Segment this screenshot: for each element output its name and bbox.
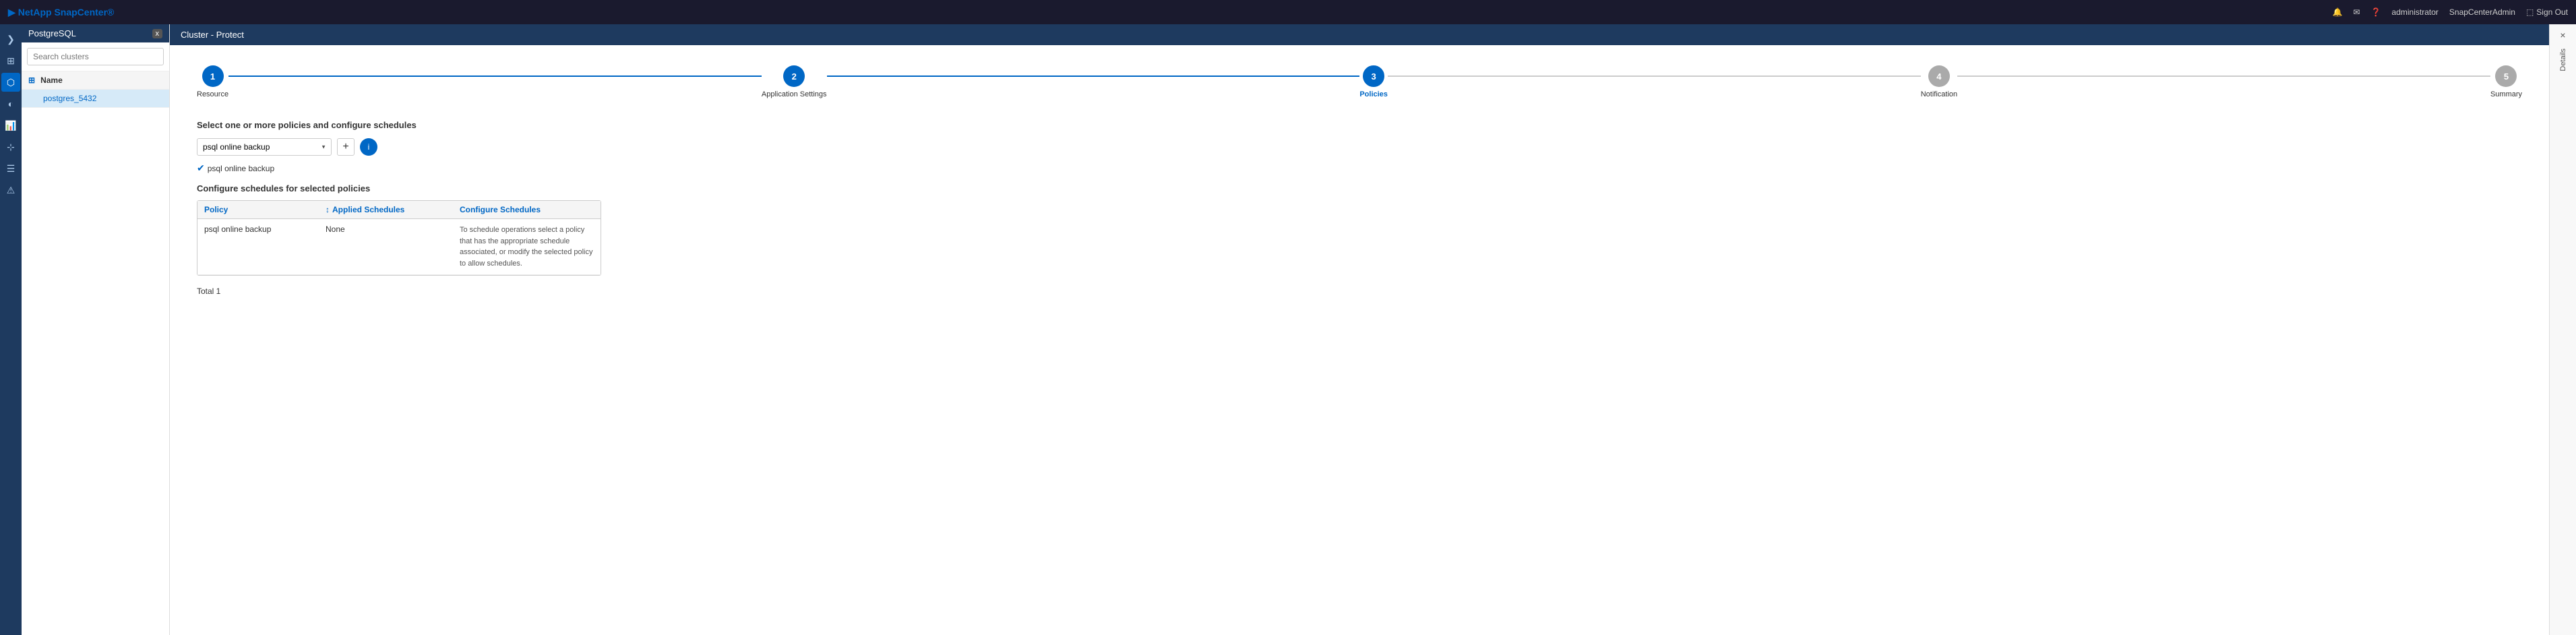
mail-icon[interactable]: ✉ [2354,7,2360,17]
step-label-3: Policies [1359,90,1388,98]
notification-icon[interactable]: 🔔 [2333,7,2343,17]
check-icon: ✔ [197,162,205,174]
list-icon: ⊞ [28,75,35,85]
sign-out-label: Sign Out [2536,7,2568,17]
step-label-4: Notification [1921,90,1957,98]
sort-icon: ↕ [326,205,330,214]
details-label[interactable]: Details [2559,49,2567,71]
info-policy-button[interactable]: i [360,138,377,156]
wizard-step-4: 4 Notification [1921,65,1957,98]
sidebar-item-postgres[interactable]: postgres_5432 [22,90,169,108]
nav-grid-icon[interactable]: ⊞ [1,51,20,70]
search-input[interactable] [27,48,164,65]
nav-alert-icon[interactable]: ⚠ [1,181,20,200]
help-icon[interactable]: ❓ [2371,7,2381,17]
nav-topology-icon[interactable]: ⊹ [1,138,20,156]
admin-user: SnapCenterAdmin [2449,7,2515,17]
logo-text: NetApp SnapCenter® [18,7,115,18]
logo-symbol: ▶ [8,7,16,18]
sidebar-header: PostgreSQL x [22,24,169,42]
cell-applied-schedules: None [326,224,460,234]
policy-table: Policy ↕ Applied Schedules Configure Sch… [197,200,601,276]
col-configure-header: Configure Schedules [460,205,594,214]
sign-out-icon: ⬚ [2526,7,2534,17]
right-panel: × Details [2549,24,2576,635]
step-circle-2: 2 [783,65,805,87]
nav-expand-icon[interactable]: ❯ [1,30,20,49]
policy-chip: ✔ psql online backup [197,162,2522,174]
connector-4-5 [1957,75,2490,77]
panel-sidebar: PostgreSQL x ⊞ Name postgres_5432 [22,24,170,635]
policy-select-row: psql online backup + i [197,138,2522,156]
top-navigation: ▶ NetApp SnapCenter® 🔔 ✉ ❓ administrator… [0,0,2576,24]
policy-dropdown[interactable]: psql online backup [197,138,332,156]
wizard-step-3: 3 Policies [1359,65,1388,98]
icon-sidebar: ❯ ⊞ ⬡ ◐ 📊 ⊹ ☰ ⚠ [0,24,22,635]
step-label-5: Summary [2490,90,2522,98]
policy-select-title: Select one or more policies and configur… [197,120,2522,130]
connector-1-2 [228,75,762,77]
db-badge-button[interactable]: x [152,29,163,38]
sign-out-button[interactable]: ⬚ Sign Out [2526,7,2568,17]
step-circle-5: 5 [2495,65,2517,87]
add-policy-button[interactable]: + [337,138,355,156]
col-applied-header: ↕ Applied Schedules [326,205,460,214]
wizard-step-2: 2 Application Settings [762,65,827,98]
sidebar-list-header: ⊞ Name [22,71,169,90]
total-count: Total 1 [197,286,2522,296]
selected-policy-label: psql online backup [208,164,274,173]
table-header: Policy ↕ Applied Schedules Configure Sch… [197,201,601,219]
wizard-step-1: 1 Resource [197,65,228,98]
nav-activity-icon[interactable]: ◐ [1,94,20,113]
wizard-container: 1 Resource 2 Application Settings 3 [170,45,2549,635]
col-policy-header: Policy [204,205,326,214]
step-circle-1: 1 [202,65,224,87]
step-label-2: Application Settings [762,90,827,98]
nav-settings-icon[interactable]: ☰ [1,159,20,178]
cell-policy: psql online backup [204,224,326,234]
step-circle-3: 3 [1363,65,1384,87]
user-name: administrator [2392,7,2439,17]
wizard-step-5: 5 Summary [2490,65,2522,98]
db-label: PostgreSQL [28,28,76,38]
step-label-1: Resource [197,90,228,98]
cell-configure-schedules: To schedule operations select a policy t… [460,224,594,269]
list-header-label: Name [40,75,63,85]
breadcrumb: Cluster - Protect [170,24,2549,45]
breadcrumb-text: Cluster - Protect [181,30,244,40]
wizard-steps: 1 Resource 2 Application Settings 3 [197,65,2522,98]
configure-schedules-title: Configure schedules for selected policie… [197,183,2522,193]
search-box-container [22,42,169,71]
main-content: Cluster - Protect 1 Resource 2 Ap [170,24,2549,635]
step-circle-4: 4 [1928,65,1950,87]
connector-2-3 [827,75,1360,77]
app-logo: ▶ NetApp SnapCenter® [8,7,114,18]
nav-chart-icon[interactable]: 📊 [1,116,20,135]
connector-3-4 [1388,75,1921,77]
table-row: psql online backup None To schedule oper… [197,219,601,275]
policy-dropdown-wrapper: psql online backup [197,138,332,156]
nav-db-icon[interactable]: ⬡ [1,73,20,92]
close-right-panel-button[interactable]: × [2560,30,2565,40]
